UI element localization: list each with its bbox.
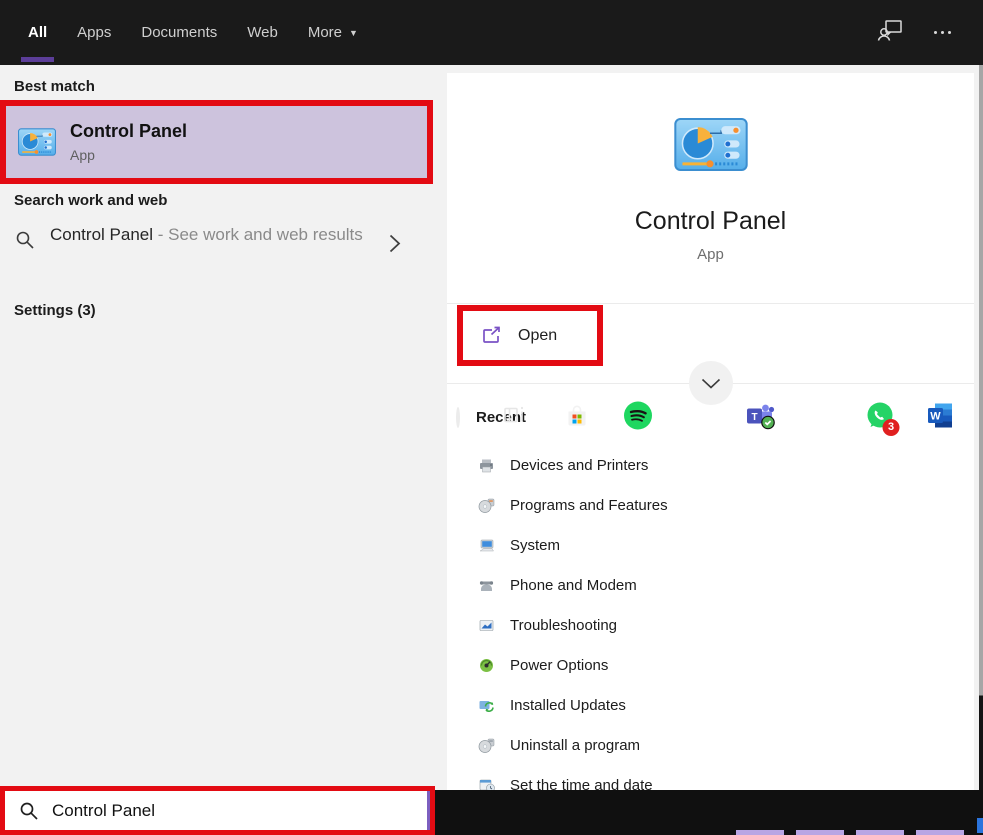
taskbar-search-box[interactable] [0, 786, 435, 835]
svg-text:T: T [751, 412, 757, 423]
whatsapp-icon[interactable]: 3 [867, 402, 894, 434]
running-indicator-chrome [796, 830, 844, 835]
task-view-icon[interactable] [502, 402, 528, 433]
screen-edge-accent [977, 818, 983, 833]
settings-header: Settings (3) [14, 302, 96, 319]
web-search-suggestion[interactable]: Control Panel - See work and web results [0, 221, 443, 291]
diagnostic-chart-icon [478, 617, 495, 634]
search-input[interactable] [52, 801, 382, 821]
recent-item-uninstall-program[interactable]: Uninstall a program [447, 725, 974, 765]
more-options-icon[interactable] [930, 27, 955, 38]
best-match-subtitle: App [70, 147, 187, 163]
screen-edge [979, 65, 983, 790]
tab-web[interactable]: Web [247, 0, 278, 65]
recent-item-troubleshooting[interactable]: Troubleshooting [447, 605, 974, 645]
cortana-ring-icon [456, 407, 460, 428]
divider [447, 303, 974, 304]
chevron-right-icon[interactable] [389, 234, 401, 253]
cortana-icon[interactable] [456, 409, 460, 427]
chevron-down-icon [701, 378, 721, 389]
svg-text:W: W [930, 410, 941, 422]
spotify-icon[interactable] [624, 401, 652, 434]
microsoft-store-icon[interactable] [563, 401, 591, 434]
suggestion-query: Control Panel [50, 225, 153, 244]
search-web-header: Search work and web [14, 192, 167, 209]
suggestion-hint: - See work and web results [153, 225, 363, 244]
printer-icon [478, 457, 495, 474]
recent-item-phone-modem[interactable]: Phone and Modem [447, 565, 974, 605]
recent-item-devices-printers[interactable]: Devices and Printers [447, 445, 974, 485]
preview-app-subtitle: App [447, 246, 974, 263]
running-indicator-word [916, 830, 964, 835]
filter-tabs: All Apps Documents Web More▼ [28, 0, 358, 65]
best-match-header: Best match [14, 78, 95, 95]
tab-apps[interactable]: Apps [77, 0, 111, 65]
search-results-panel: Best match Control Panel App S [0, 65, 443, 790]
search-icon [15, 230, 35, 250]
expand-preview-button[interactable] [689, 361, 733, 405]
open-button[interactable]: Open [457, 305, 603, 366]
search-filter-bar: All Apps Documents Web More▼ [0, 0, 983, 65]
recent-list: Devices and Printers Programs and Featur… [447, 445, 974, 790]
word-icon[interactable]: W [926, 401, 954, 434]
best-match-result[interactable]: Control Panel App [0, 100, 433, 184]
update-arrows-icon [478, 697, 495, 714]
recent-item-system[interactable]: System [447, 525, 974, 565]
feedback-icon[interactable] [877, 18, 904, 48]
whatsapp-badge: 3 [883, 419, 900, 436]
open-external-icon [480, 326, 503, 346]
clock-calendar-icon [478, 777, 495, 791]
teams-icon[interactable]: T [745, 400, 775, 435]
tab-documents[interactable]: Documents [141, 0, 217, 65]
power-gauge-icon [478, 657, 495, 674]
recent-item-installed-updates[interactable]: Installed Updates [447, 685, 974, 725]
computer-icon [478, 537, 495, 554]
tab-more[interactable]: More▼ [308, 0, 358, 65]
running-indicator-teams [736, 830, 784, 835]
phone-icon [478, 577, 495, 594]
disc-box-icon [478, 497, 495, 514]
control-panel-icon [18, 128, 56, 156]
windows-search-flyout: All Apps Documents Web More▼ Best match [0, 0, 983, 835]
tab-all[interactable]: All [28, 0, 47, 65]
dropdown-arrow-icon: ▼ [349, 28, 358, 38]
recent-item-programs-features[interactable]: Programs and Features [447, 485, 974, 525]
disc-box-icon [478, 737, 495, 754]
search-icon [19, 801, 39, 821]
recent-item-power-options[interactable]: Power Options [447, 645, 974, 685]
running-indicator-whatsapp [856, 830, 904, 835]
preview-app-title: Control Panel [447, 207, 974, 236]
recent-item-set-time-date[interactable]: Set the time and date [447, 765, 974, 790]
control-panel-icon [674, 118, 748, 171]
open-button-label: Open [518, 327, 557, 345]
best-match-title: Control Panel [70, 121, 187, 142]
